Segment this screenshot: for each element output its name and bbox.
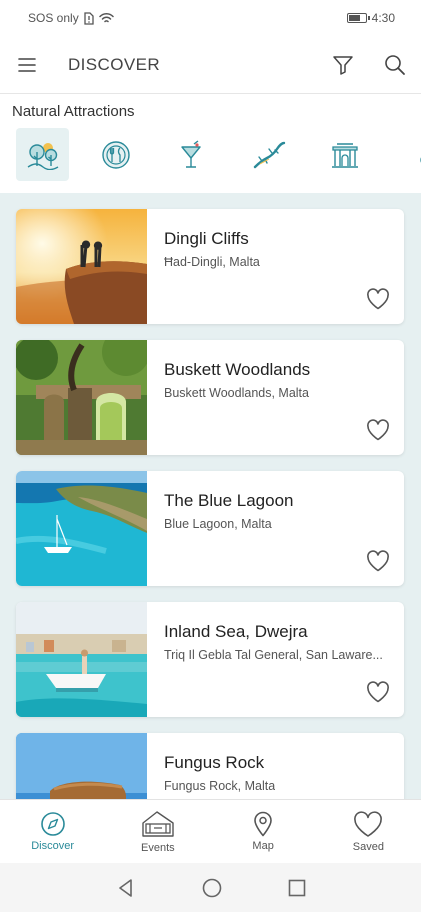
attraction-card[interactable]: Inland Sea, Dwejra Triq Il Gebla Tal Gen…	[16, 602, 404, 717]
lizard-icon	[253, 141, 285, 168]
filter-icon	[333, 55, 353, 75]
battery-level	[348, 15, 360, 21]
search-icon	[385, 54, 405, 75]
attraction-location: Triq Il Gebla Tal General, San Laware...	[164, 648, 383, 662]
heart-icon	[354, 810, 383, 837]
attraction-card[interactable]: Buskett Woodlands Buskett Woodlands, Mal…	[16, 340, 404, 455]
heart-outline-icon	[367, 550, 389, 572]
dining-icon	[101, 140, 130, 169]
attraction-photo	[16, 733, 147, 799]
heart-outline-icon	[367, 419, 389, 441]
status-bar: SOS only 4:30	[0, 0, 421, 36]
category-heritage[interactable]	[318, 128, 371, 181]
battery-icon	[346, 13, 370, 23]
save-favorite-button[interactable]	[364, 679, 392, 705]
carrier-text: SOS only	[28, 11, 79, 25]
nav-discover-label: Discover	[31, 840, 75, 852]
back-icon[interactable]	[116, 878, 136, 898]
hamburger-menu-icon	[18, 57, 36, 72]
save-favorite-button[interactable]	[364, 286, 392, 312]
menu-button[interactable]	[0, 36, 54, 94]
cocktail-icon	[180, 139, 201, 168]
wifi-icon	[98, 12, 114, 23]
sim-alert-icon	[84, 11, 94, 25]
recents-icon[interactable]	[288, 879, 306, 897]
heart-outline-icon	[367, 288, 389, 310]
save-favorite-button[interactable]	[364, 548, 392, 574]
nav-discover[interactable]: Discover	[0, 800, 105, 863]
attraction-name: The Blue Lagoon	[164, 491, 294, 510]
attraction-name: Buskett Woodlands	[164, 360, 311, 379]
attraction-location: Blue Lagoon, Malta	[164, 517, 272, 531]
category-nightlife[interactable]	[165, 128, 218, 181]
ticket-icon	[142, 811, 174, 837]
attraction-name: Dingli Cliffs	[164, 229, 249, 248]
status-left: SOS only	[28, 11, 114, 25]
page-title: DISCOVER	[68, 54, 160, 74]
temple-icon	[331, 142, 358, 168]
system-navigation-bar	[0, 863, 421, 912]
attraction-location: Fungus Rock, Malta	[164, 779, 276, 793]
attraction-location: Ħad-Dingli, Malta	[164, 255, 260, 269]
attraction-photo	[16, 602, 147, 717]
app-bar: DISCOVER	[0, 36, 421, 94]
heart-outline-icon	[367, 681, 389, 703]
attraction-photo	[16, 209, 147, 324]
search-button[interactable]	[369, 36, 421, 94]
compass-icon	[40, 812, 65, 836]
map-pin-icon	[254, 811, 272, 837]
attraction-name: Inland Sea, Dwejra	[164, 622, 308, 641]
attraction-card[interactable]: Fungus Rock Fungus Rock, Malta	[16, 733, 404, 799]
nav-events-label: Events	[141, 842, 175, 854]
save-favorite-button[interactable]	[364, 417, 392, 443]
category-strip[interactable]	[0, 128, 421, 184]
attraction-card[interactable]: Dingli Cliffs Ħad-Dingli, Malta	[16, 209, 404, 324]
filter-button[interactable]	[317, 36, 369, 94]
attraction-name: Fungus Rock	[164, 753, 265, 772]
category-natural-attractions[interactable]	[16, 128, 69, 181]
status-right: 4:30	[346, 11, 395, 25]
nav-events[interactable]: Events	[105, 800, 210, 863]
nav-map[interactable]: Map	[211, 800, 316, 863]
attraction-photo	[16, 471, 147, 586]
attractions-list[interactable]: Dingli Cliffs Ħad-Dingli, Malta Buskett …	[0, 193, 421, 799]
category-dining[interactable]	[89, 128, 142, 181]
nav-saved-label: Saved	[352, 840, 384, 853]
bottom-navigation: Discover Events Map Saved	[0, 799, 421, 863]
home-icon[interactable]	[202, 878, 222, 898]
more-category-icon	[419, 156, 421, 163]
section-title: Natural Attractions	[12, 103, 135, 120]
category-more[interactable]	[396, 128, 421, 181]
attraction-card[interactable]: The Blue Lagoon Blue Lagoon, Malta	[16, 471, 404, 586]
nav-saved[interactable]: Saved	[316, 800, 421, 863]
attraction-photo	[16, 340, 147, 455]
nature-trees-icon	[27, 142, 58, 170]
attraction-location: Buskett Woodlands, Malta	[164, 386, 309, 400]
category-wildlife[interactable]	[242, 128, 295, 181]
clock: 4:30	[371, 11, 395, 25]
nav-map-label: Map	[252, 840, 274, 852]
